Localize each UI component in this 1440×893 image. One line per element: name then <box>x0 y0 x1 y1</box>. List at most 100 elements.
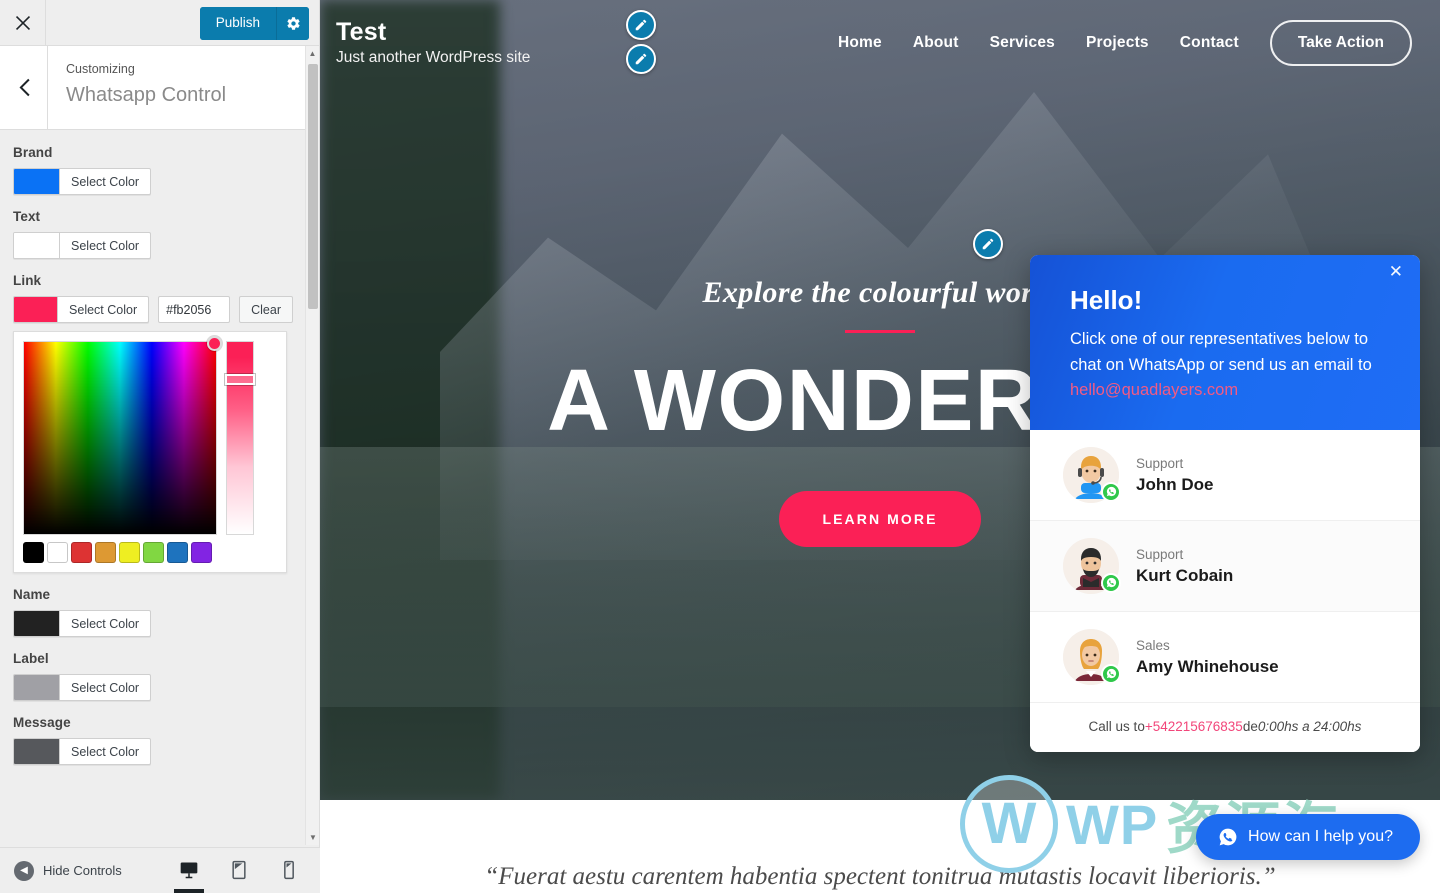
whatsapp-agent-name: John Doe <box>1136 475 1214 495</box>
site-branding: Test Just another WordPress site <box>336 17 531 68</box>
nav-item-home[interactable]: Home <box>838 34 882 52</box>
edit-pencil-icon-tagline[interactable] <box>626 44 656 74</box>
device-preview-switcher <box>172 847 306 893</box>
site-preview: Test Just another WordPress site Home Ab… <box>320 0 1440 893</box>
nav-item-contact[interactable]: Contact <box>1180 34 1239 52</box>
name-color-button[interactable]: Select Color <box>13 610 152 637</box>
customizer-sidebar: Publish Customizing Whatsapp Control Bra… <box>0 0 320 893</box>
link-color-button[interactable]: Select Color <box>13 296 150 323</box>
palette-swatch[interactable] <box>23 542 44 563</box>
select-color-label: Select Color <box>71 744 140 759</box>
select-color-label: Select Color <box>71 238 140 253</box>
close-icon[interactable]: ✕ <box>1389 263 1403 280</box>
whatsapp-agent-row[interactable]: Sales Amy Whinehouse <box>1030 611 1420 703</box>
site-tagline: Just another WordPress site <box>336 49 531 67</box>
avatar <box>1063 628 1121 685</box>
palette-swatch[interactable] <box>143 542 164 563</box>
control-label: Text <box>13 209 41 224</box>
clear-button[interactable]: Clear <box>239 296 293 323</box>
control-name: Name Select Color <box>13 587 293 637</box>
whatsapp-footer-phone[interactable]: +542215676835 <box>1145 719 1243 734</box>
link-color-hex-input[interactable] <box>158 296 231 323</box>
text-color-button[interactable]: Select Color <box>13 232 152 259</box>
hide-controls-button[interactable]: ◀ Hide Controls <box>0 860 122 881</box>
customizer-footer: ◀ Hide Controls <box>0 847 320 893</box>
whatsapp-agent-info: Support John Doe <box>1136 454 1213 495</box>
palette-swatch[interactable] <box>95 542 116 563</box>
close-icon[interactable] <box>0 0 46 45</box>
hue-slider-handle[interactable] <box>225 374 255 385</box>
edit-pencil-icon-hero[interactable] <box>973 229 1003 259</box>
device-tablet-button[interactable] <box>222 847 256 893</box>
device-desktop-button[interactable] <box>172 847 206 893</box>
whatsapp-icon <box>1101 572 1121 593</box>
hide-controls-label: Hide Controls <box>43 863 122 878</box>
device-mobile-button[interactable] <box>272 847 306 893</box>
whatsapp-chat-button[interactable]: How can I help you? <box>1196 814 1420 860</box>
nav-item-services[interactable]: Services <box>990 34 1055 52</box>
customizer-panel-header: Customizing Whatsapp Control <box>0 46 319 130</box>
color-swatch-preview <box>14 611 60 636</box>
whatsapp-agent-row[interactable]: Support John Doe <box>1030 429 1420 521</box>
label-color-button[interactable]: Select Color <box>13 674 152 701</box>
control-link: Link Select Color Clear <box>13 273 293 573</box>
color-swatch-preview <box>14 233 60 258</box>
palette-swatch[interactable] <box>191 542 212 563</box>
select-color-label: Select Color <box>71 680 140 695</box>
publish-button[interactable]: Publish <box>199 7 277 40</box>
brand-color-button[interactable]: Select Color <box>13 168 152 195</box>
learn-more-button[interactable]: LEARN MORE <box>779 491 981 548</box>
sidebar-scrollbar[interactable]: ▲ ▼ <box>305 46 319 845</box>
saturation-cursor[interactable] <box>207 336 222 351</box>
take-action-button[interactable]: Take Action <box>1269 20 1412 66</box>
whatsapp-agent-row[interactable]: Support Kurt Cobain <box>1030 520 1420 612</box>
scroll-down-arrow-icon[interactable]: ▼ <box>306 830 320 845</box>
control-label: Label <box>13 651 49 666</box>
whatsapp-message-text: Click one of our representatives below t… <box>1070 330 1372 374</box>
whatsapp-footer-prefix: Call us to <box>1088 718 1145 734</box>
whatsapp-message: Click one of our representatives below t… <box>1070 327 1396 404</box>
nav-item-about[interactable]: About <box>913 34 959 52</box>
whatsapp-widget-header: ✕ Hello! Click one of our representative… <box>1030 255 1420 430</box>
customizer-controls-list: Brand Select Color Text Select Color Lin… <box>0 131 307 845</box>
customizer-actions: Publish <box>199 7 309 40</box>
hero-divider <box>845 330 915 333</box>
palette-swatch[interactable] <box>167 542 188 563</box>
control-brand: Brand Select Color <box>13 145 293 195</box>
chevron-left-icon[interactable] <box>0 46 48 129</box>
scrollbar-thumb[interactable] <box>308 64 318 309</box>
message-color-button[interactable]: Select Color <box>13 738 152 765</box>
nav-item-projects[interactable]: Projects <box>1086 34 1149 52</box>
screen-root: Test Just another WordPress site Home Ab… <box>0 0 1440 893</box>
control-label: Message <box>13 715 71 730</box>
palette-swatch[interactable] <box>119 542 140 563</box>
site-title: Test <box>336 17 387 46</box>
control-text: Text Select Color <box>13 209 293 259</box>
color-swatch-preview <box>14 739 60 764</box>
whatsapp-email-link[interactable]: hello@quadlayers.com <box>1070 381 1238 399</box>
whatsapp-agent-name: Kurt Cobain <box>1136 566 1234 586</box>
palette-swatch[interactable] <box>47 542 68 563</box>
customizer-topbar: Publish <box>0 0 319 46</box>
scroll-up-arrow-icon[interactable]: ▲ <box>306 46 319 61</box>
collapse-arrow-icon: ◀ <box>14 860 34 881</box>
control-message: Message Select Color <box>13 715 293 765</box>
control-label: Link <box>13 273 42 288</box>
site-header: Test Just another WordPress site Home Ab… <box>320 0 1440 86</box>
hue-slider[interactable] <box>225 341 255 535</box>
color-swatch-palette <box>23 542 217 563</box>
whatsapp-agent-info: Support Kurt Cobain <box>1136 545 1233 586</box>
palette-swatch[interactable] <box>71 542 92 563</box>
whatsapp-footer-hours: 0:00hs a 24:00hs <box>1257 718 1362 734</box>
whatsapp-chat-button-label: How can I help you? <box>1248 828 1393 845</box>
whatsapp-widget-footer: Call us to+542215676835de0:00hs a 24:00h… <box>1030 702 1420 752</box>
edit-pencil-icon-site-title[interactable] <box>626 10 656 40</box>
whatsapp-agent-name: Amy Whinehouse <box>1136 657 1279 677</box>
gear-icon[interactable] <box>277 7 309 40</box>
customizer-titles: Customizing Whatsapp Control <box>48 46 226 129</box>
avatar <box>1063 446 1121 503</box>
saturation-brightness-area[interactable] <box>23 336 222 535</box>
whatsapp-chat-widget: ✕ Hello! Click one of our representative… <box>1030 255 1420 752</box>
whatsapp-footer-mid: de <box>1242 718 1258 734</box>
whatsapp-agent-role: Sales <box>1136 638 1170 654</box>
